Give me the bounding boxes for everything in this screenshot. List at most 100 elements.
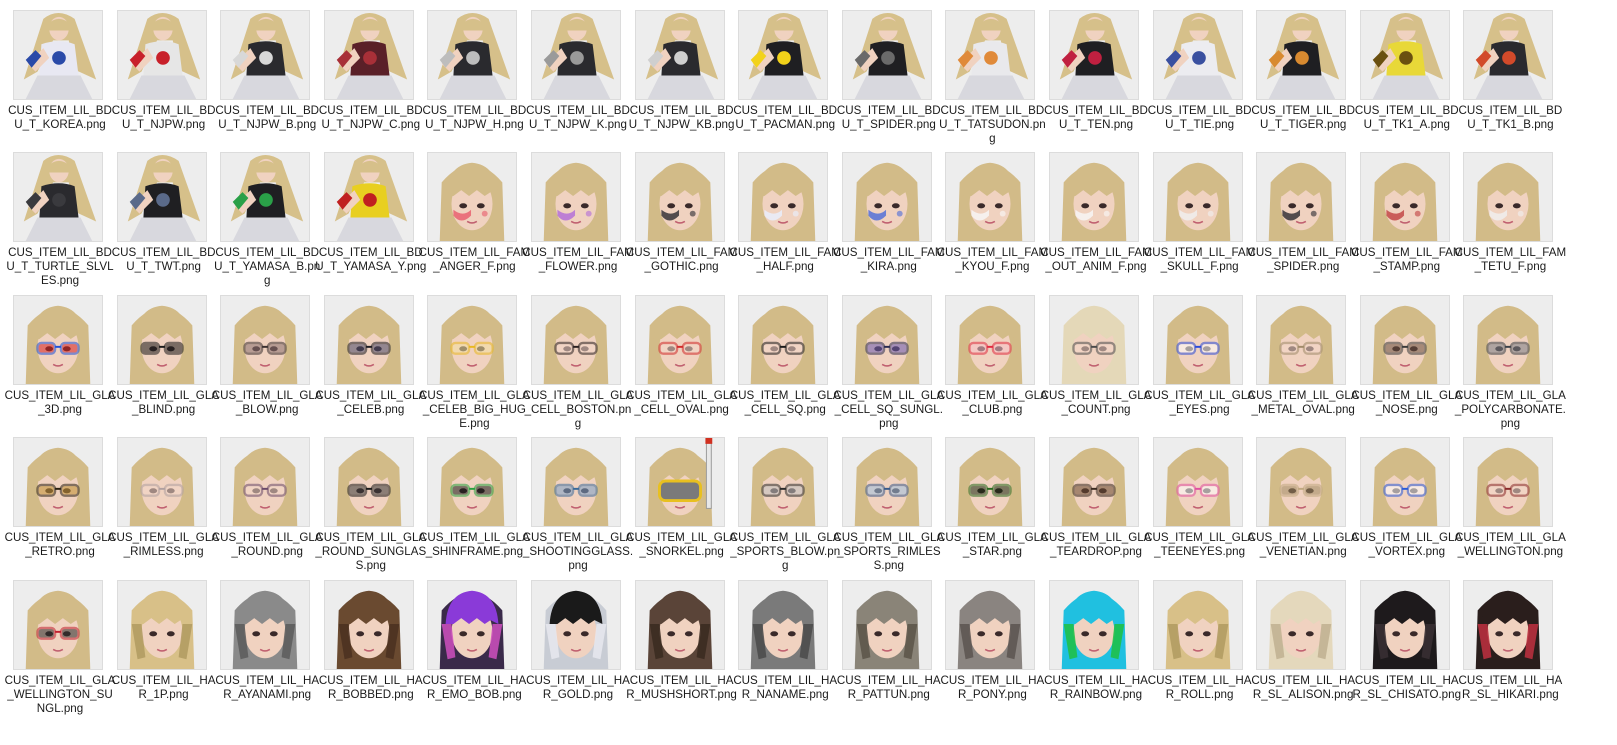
file-thumbnail[interactable] <box>1256 437 1347 527</box>
file-thumbnail[interactable] <box>738 152 829 242</box>
file-thumbnail[interactable] <box>427 437 518 527</box>
file-thumbnail[interactable] <box>945 580 1036 670</box>
file-thumbnail[interactable] <box>531 580 621 670</box>
file-thumbnail[interactable] <box>841 580 932 670</box>
file-thumbnail[interactable] <box>1152 437 1243 527</box>
file-thumbnail[interactable] <box>1463 580 1554 670</box>
file-name: CUS_ITEM_LIL_BDU_T_TIGER.png <box>1251 104 1356 131</box>
file-thumbnail[interactable] <box>1463 437 1554 527</box>
preview-image <box>324 438 413 526</box>
file-thumbnail[interactable] <box>634 152 725 242</box>
preview-image <box>532 296 620 384</box>
file-thumbnail[interactable] <box>1359 580 1450 670</box>
file-thumbnail[interactable] <box>841 295 932 385</box>
file-thumbnail[interactable] <box>634 580 725 670</box>
file-thumbnail[interactable] <box>945 437 1036 527</box>
file-thumbnail[interactable] <box>841 152 932 242</box>
file-thumbnail[interactable] <box>1152 295 1243 385</box>
file-thumbnail[interactable] <box>1256 580 1347 670</box>
file-thumbnail[interactable] <box>841 437 932 527</box>
file-thumbnail[interactable] <box>116 10 207 100</box>
file-thumbnail[interactable] <box>116 437 207 527</box>
file-name: CUS_ITEM_LIL_GLA_CELEB.png <box>315 389 427 416</box>
file-name: CUS_ITEM_LIL_HAR_RAINBOW.png <box>1044 674 1148 701</box>
file-thumbnail[interactable] <box>1152 152 1243 242</box>
file-thumbnail[interactable] <box>1359 437 1450 527</box>
file-thumbnail[interactable] <box>427 10 518 100</box>
file-thumbnail[interactable] <box>945 295 1036 385</box>
preview-image <box>1050 438 1138 526</box>
file-thumbnail[interactable] <box>13 10 103 100</box>
file-name: CUS_ITEM_LIL_GLA_TEARDROP.png <box>1040 531 1152 558</box>
file-thumbnail[interactable] <box>738 10 829 100</box>
preview-image <box>1257 296 1346 384</box>
file-thumbnail[interactable] <box>1049 580 1139 670</box>
preview-image <box>1360 581 1449 669</box>
file-thumbnail[interactable] <box>1463 10 1554 100</box>
file-thumbnail[interactable] <box>220 580 311 670</box>
file-thumbnail[interactable] <box>116 580 207 670</box>
file-thumbnail[interactable] <box>116 152 207 242</box>
preview-image <box>324 296 413 384</box>
file-thumbnail[interactable] <box>13 295 103 385</box>
preview-image <box>1360 153 1449 241</box>
preview-image <box>221 153 310 241</box>
file-thumbnail[interactable] <box>220 295 311 385</box>
file-thumbnail[interactable] <box>1463 295 1554 385</box>
file-thumbnail[interactable] <box>1049 295 1139 385</box>
file-thumbnail[interactable] <box>738 295 829 385</box>
file-thumbnail[interactable] <box>323 437 414 527</box>
file-thumbnail[interactable] <box>13 580 103 670</box>
file-thumbnail[interactable] <box>634 295 725 385</box>
file-thumbnail[interactable] <box>1463 152 1554 242</box>
file-name: CUS_ITEM_LIL_BDU_T_SPIDER.png <box>836 104 941 131</box>
file-thumbnail[interactable] <box>116 295 207 385</box>
file-thumbnail[interactable] <box>634 10 725 100</box>
file-thumbnail[interactable] <box>1256 152 1347 242</box>
file-thumbnail[interactable] <box>1152 580 1243 670</box>
preview-image <box>842 11 931 99</box>
file-thumbnail[interactable] <box>323 580 414 670</box>
file-thumbnail[interactable] <box>945 10 1036 100</box>
file-thumbnail[interactable] <box>738 580 829 670</box>
file-name: CUS_ITEM_LIL_GLA_WELLINGTON_SUNGL.png <box>4 674 116 715</box>
file-thumbnail[interactable] <box>1049 437 1139 527</box>
file-thumbnail[interactable] <box>427 580 518 670</box>
file-name: CUS_ITEM_LIL_BDU_T_TEN.png <box>1044 104 1148 131</box>
file-thumbnail[interactable] <box>13 437 103 527</box>
preview-image <box>532 581 620 669</box>
file-thumbnail[interactable] <box>220 437 311 527</box>
file-name: CUS_ITEM_LIL_GLA_STAR.png <box>936 531 1048 558</box>
file-thumbnail[interactable] <box>531 152 621 242</box>
preview-image <box>1257 581 1346 669</box>
preview-image <box>14 11 102 99</box>
preview-image <box>1050 11 1138 99</box>
file-thumbnail[interactable] <box>1359 10 1450 100</box>
file-thumbnail[interactable] <box>220 152 311 242</box>
file-thumbnail[interactable] <box>1256 295 1347 385</box>
file-thumbnail[interactable] <box>1152 10 1243 100</box>
file-name: CUS_ITEM_LIL_GLA_BLOW.png <box>211 389 323 416</box>
file-thumbnail[interactable] <box>738 437 829 527</box>
file-name: CUS_ITEM_LIL_HAR_AYANAMI.png <box>215 674 320 701</box>
file-thumbnail[interactable] <box>13 152 103 242</box>
file-thumbnail[interactable] <box>531 437 621 527</box>
file-thumbnail[interactable] <box>427 295 518 385</box>
file-thumbnail[interactable] <box>1359 295 1450 385</box>
file-name: CUS_ITEM_LIL_HAR_ROLL.png <box>1147 674 1252 701</box>
file-thumbnail[interactable] <box>323 295 414 385</box>
file-thumbnail[interactable] <box>1256 10 1347 100</box>
file-thumbnail[interactable] <box>1359 152 1450 242</box>
file-name: CUS_ITEM_LIL_GLA_RETRO.png <box>4 531 116 558</box>
file-thumbnail[interactable] <box>841 10 932 100</box>
file-thumbnail[interactable] <box>634 437 725 527</box>
file-thumbnail[interactable] <box>945 152 1036 242</box>
file-thumbnail[interactable] <box>220 10 311 100</box>
file-thumbnail[interactable] <box>323 152 414 242</box>
file-thumbnail[interactable] <box>531 295 621 385</box>
file-thumbnail[interactable] <box>531 10 621 100</box>
file-thumbnail[interactable] <box>427 152 518 242</box>
file-thumbnail[interactable] <box>1049 10 1139 100</box>
file-thumbnail[interactable] <box>1049 152 1139 242</box>
file-thumbnail[interactable] <box>323 10 414 100</box>
